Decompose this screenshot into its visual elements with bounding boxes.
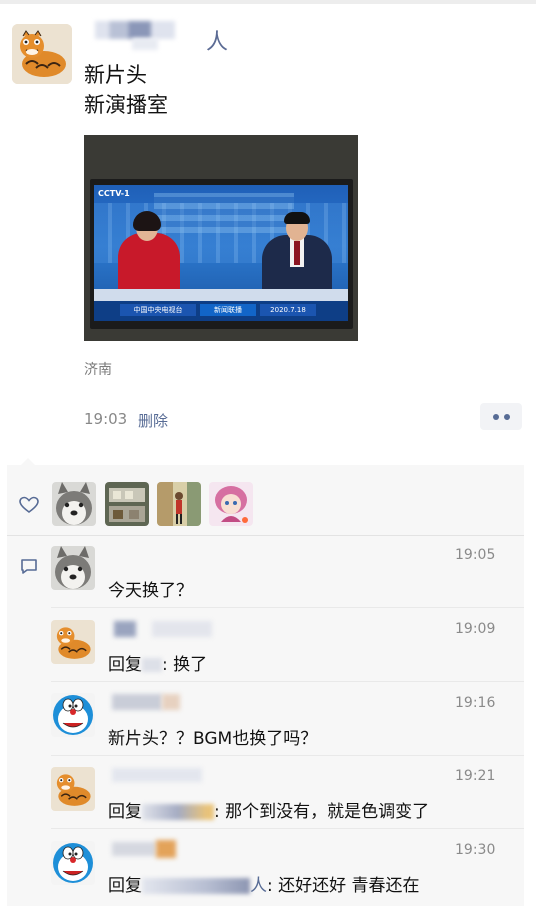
commenter-name-blurred bbox=[152, 621, 212, 637]
author-name-blurred[interactable] bbox=[95, 21, 175, 39]
delete-button[interactable]: 删除 bbox=[138, 410, 168, 431]
post-text-line1: 新片头 bbox=[84, 63, 147, 87]
reply-target-blurred bbox=[142, 658, 162, 672]
more-actions-button[interactable] bbox=[480, 403, 522, 430]
commenter-name-blurred[interactable] bbox=[112, 842, 156, 856]
comment-time: 19:05 bbox=[455, 547, 496, 563]
comment-text[interactable]: 新片头？？BGM也换了吗？ bbox=[108, 724, 317, 749]
ticker-date: 2020.7.18 bbox=[260, 304, 316, 316]
doraemon-avatar-image bbox=[51, 841, 95, 885]
person-avatar-image bbox=[157, 482, 201, 526]
author-name-blurred-2 bbox=[132, 38, 158, 50]
commenter-name-blurred bbox=[162, 694, 180, 710]
author-avatar[interactable] bbox=[12, 24, 72, 84]
channel-logo: CCTV-1 bbox=[98, 189, 130, 198]
doraemon-avatar-image bbox=[51, 693, 95, 737]
comment-text[interactable]: 回复 : 换了 bbox=[108, 650, 207, 675]
reply-prefix: 回复 bbox=[108, 655, 142, 675]
comment-separator bbox=[51, 755, 524, 756]
like-avatar-husky[interactable] bbox=[52, 482, 96, 526]
female-anchor bbox=[118, 233, 180, 297]
post-text-line2: 新演播室 bbox=[84, 93, 168, 117]
ticker-station: 中国中央电视台 bbox=[120, 304, 196, 316]
comment-separator bbox=[51, 607, 524, 608]
reply-body: : 那个到没有，就是色调变了 bbox=[214, 802, 430, 822]
top-divider bbox=[0, 0, 536, 4]
reply-target-blurred bbox=[142, 804, 214, 820]
likes-divider bbox=[7, 535, 524, 536]
comment-text[interactable]: 回复 人: 还好还好 青春还在 bbox=[108, 871, 420, 896]
commenter-name-blurred bbox=[156, 840, 176, 858]
male-anchor-tie bbox=[294, 241, 300, 265]
comment-text[interactable]: 回复 : 那个到没有，就是色调变了 bbox=[108, 797, 429, 822]
reply-prefix: 回复 bbox=[108, 802, 142, 822]
comment-time: 19:30 bbox=[455, 842, 496, 858]
husky-avatar-image bbox=[52, 482, 96, 526]
more-dots-icon bbox=[493, 414, 499, 420]
comment-time: 19:21 bbox=[455, 768, 496, 784]
interactions-panel bbox=[7, 465, 524, 906]
reply-prefix: 回复 bbox=[108, 876, 142, 896]
ticker-program: 新闻联播 bbox=[200, 304, 256, 316]
reply-body: : 还好还好 青春还在 bbox=[267, 876, 420, 896]
comment-text[interactable]: 今天换了？ bbox=[108, 576, 193, 601]
post-location[interactable]: 济南 bbox=[84, 359, 112, 379]
reply-body: : 换了 bbox=[162, 655, 208, 675]
post-photo[interactable]: CCTV-1 中国中央电视台 新闻联播 2020.7.18 bbox=[84, 135, 358, 341]
more-dots-icon bbox=[504, 414, 510, 420]
comment-avatar-husky[interactable] bbox=[51, 546, 95, 590]
commenter-name-blurred[interactable] bbox=[114, 621, 136, 637]
comment-avatar-doraemon[interactable] bbox=[51, 693, 95, 737]
tiger-avatar-image bbox=[12, 24, 72, 84]
author-name-suffix[interactable]: 人 bbox=[206, 24, 228, 56]
studio-monitors bbox=[154, 193, 294, 233]
tv-screen: CCTV-1 中国中央电视台 新闻联播 2020.7.18 bbox=[94, 185, 348, 321]
comment-separator bbox=[51, 828, 524, 829]
comment-time: 19:09 bbox=[455, 621, 496, 637]
tiger-avatar-image bbox=[51, 620, 95, 664]
news-desk bbox=[94, 289, 348, 301]
anime-avatar-image bbox=[209, 482, 253, 526]
comment-avatar-tiger[interactable] bbox=[51, 620, 95, 664]
comment-separator bbox=[51, 681, 524, 682]
heart-icon bbox=[19, 496, 39, 513]
commenter-name-blurred[interactable] bbox=[112, 768, 202, 782]
like-avatar-anime[interactable] bbox=[209, 482, 253, 526]
post-time: 19:03 bbox=[84, 410, 128, 428]
comment-icon bbox=[21, 559, 37, 574]
tiger-avatar-image bbox=[51, 767, 95, 811]
husky-avatar-image bbox=[51, 546, 95, 590]
comment-avatar-tiger[interactable] bbox=[51, 767, 95, 811]
reply-target-blurred bbox=[142, 878, 250, 894]
comment-avatar-doraemon[interactable] bbox=[51, 841, 95, 885]
like-avatar-person[interactable] bbox=[157, 482, 201, 526]
comment-time: 19:16 bbox=[455, 695, 496, 711]
reply-target-suffix: 人 bbox=[250, 876, 267, 896]
shelf-avatar-image bbox=[105, 482, 149, 526]
like-avatar-shelf[interactable] bbox=[105, 482, 149, 526]
commenter-name-blurred[interactable] bbox=[112, 694, 162, 710]
male-anchor-hair bbox=[284, 212, 310, 224]
female-anchor-hair bbox=[133, 211, 161, 231]
